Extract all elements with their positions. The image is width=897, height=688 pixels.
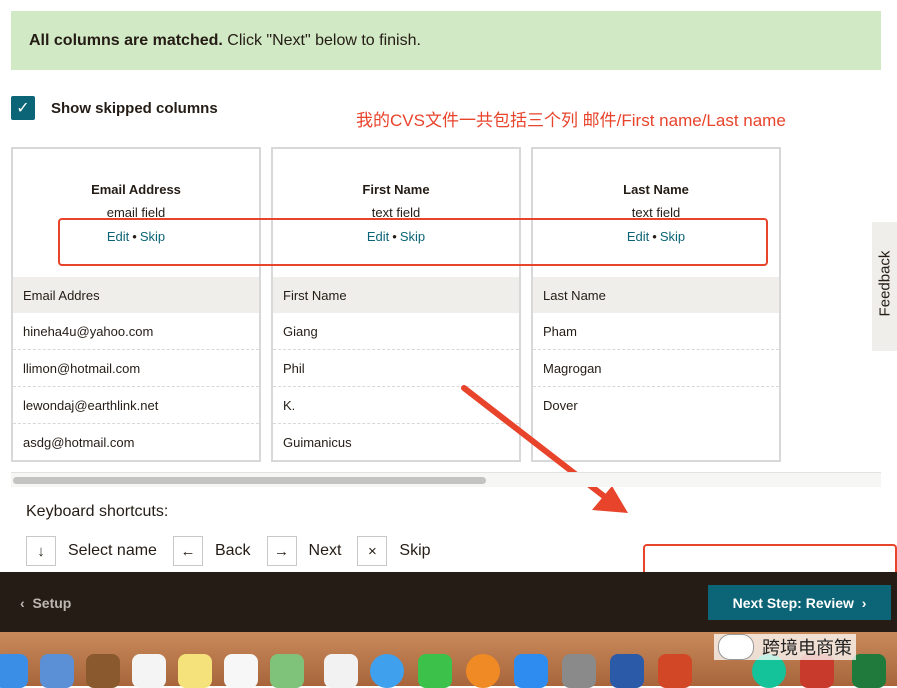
contacts-icon[interactable] xyxy=(86,654,120,688)
mail-icon[interactable] xyxy=(40,654,74,688)
facetime-icon[interactable] xyxy=(418,654,452,688)
notes-icon[interactable] xyxy=(178,654,212,688)
reminders-icon[interactable] xyxy=(224,654,258,688)
maps-icon[interactable] xyxy=(270,654,304,688)
chevron-right-icon: › xyxy=(861,594,867,611)
left-arrow-icon: ← xyxy=(172,536,203,566)
watermark: 跨境电商策 xyxy=(714,634,856,660)
keyboard-shortcuts: ↓ Select name ← Back → Next × Skip xyxy=(26,536,447,566)
right-arrow-icon: → xyxy=(266,536,297,566)
feedback-tab[interactable]: Feedback xyxy=(872,222,897,351)
shortcut-label: Select name xyxy=(68,542,157,559)
keyboard-shortcuts-title: Keyboard shortcuts: xyxy=(26,503,169,520)
next-step-review-button[interactable]: Next Step: Review › xyxy=(708,585,891,620)
feedback-label: Feedback xyxy=(876,250,894,317)
word-icon[interactable] xyxy=(610,654,644,688)
next-step-label: Next Step: Review xyxy=(732,594,854,611)
back-to-setup-link[interactable]: ‹ Setup xyxy=(20,595,71,611)
shortcut-label: Skip xyxy=(399,542,431,559)
photos-icon[interactable] xyxy=(324,654,358,688)
books-icon[interactable] xyxy=(466,654,500,688)
scrollbar-thumb[interactable] xyxy=(13,477,486,484)
app-store-icon[interactable] xyxy=(514,654,548,688)
down-arrow-icon: ↓ xyxy=(26,536,56,566)
watermark-text: 跨境电商策 xyxy=(762,638,852,658)
setup-label: Setup xyxy=(32,595,72,611)
calendar-icon[interactable] xyxy=(132,654,166,688)
powerpoint-icon[interactable] xyxy=(658,654,692,688)
footer-bar: ‹ Setup Next Step: Review › xyxy=(0,572,897,632)
excel-icon[interactable] xyxy=(852,654,886,688)
shortcut-label: Next xyxy=(308,542,342,559)
system-preferences-icon[interactable] xyxy=(562,654,596,688)
shortcut-label: Back xyxy=(214,542,251,559)
wechat-icon xyxy=(718,634,754,660)
safari-icon[interactable] xyxy=(0,654,28,688)
chevron-left-icon: ‹ xyxy=(20,595,25,611)
messages-icon[interactable] xyxy=(370,654,404,688)
close-icon: × xyxy=(357,536,388,566)
